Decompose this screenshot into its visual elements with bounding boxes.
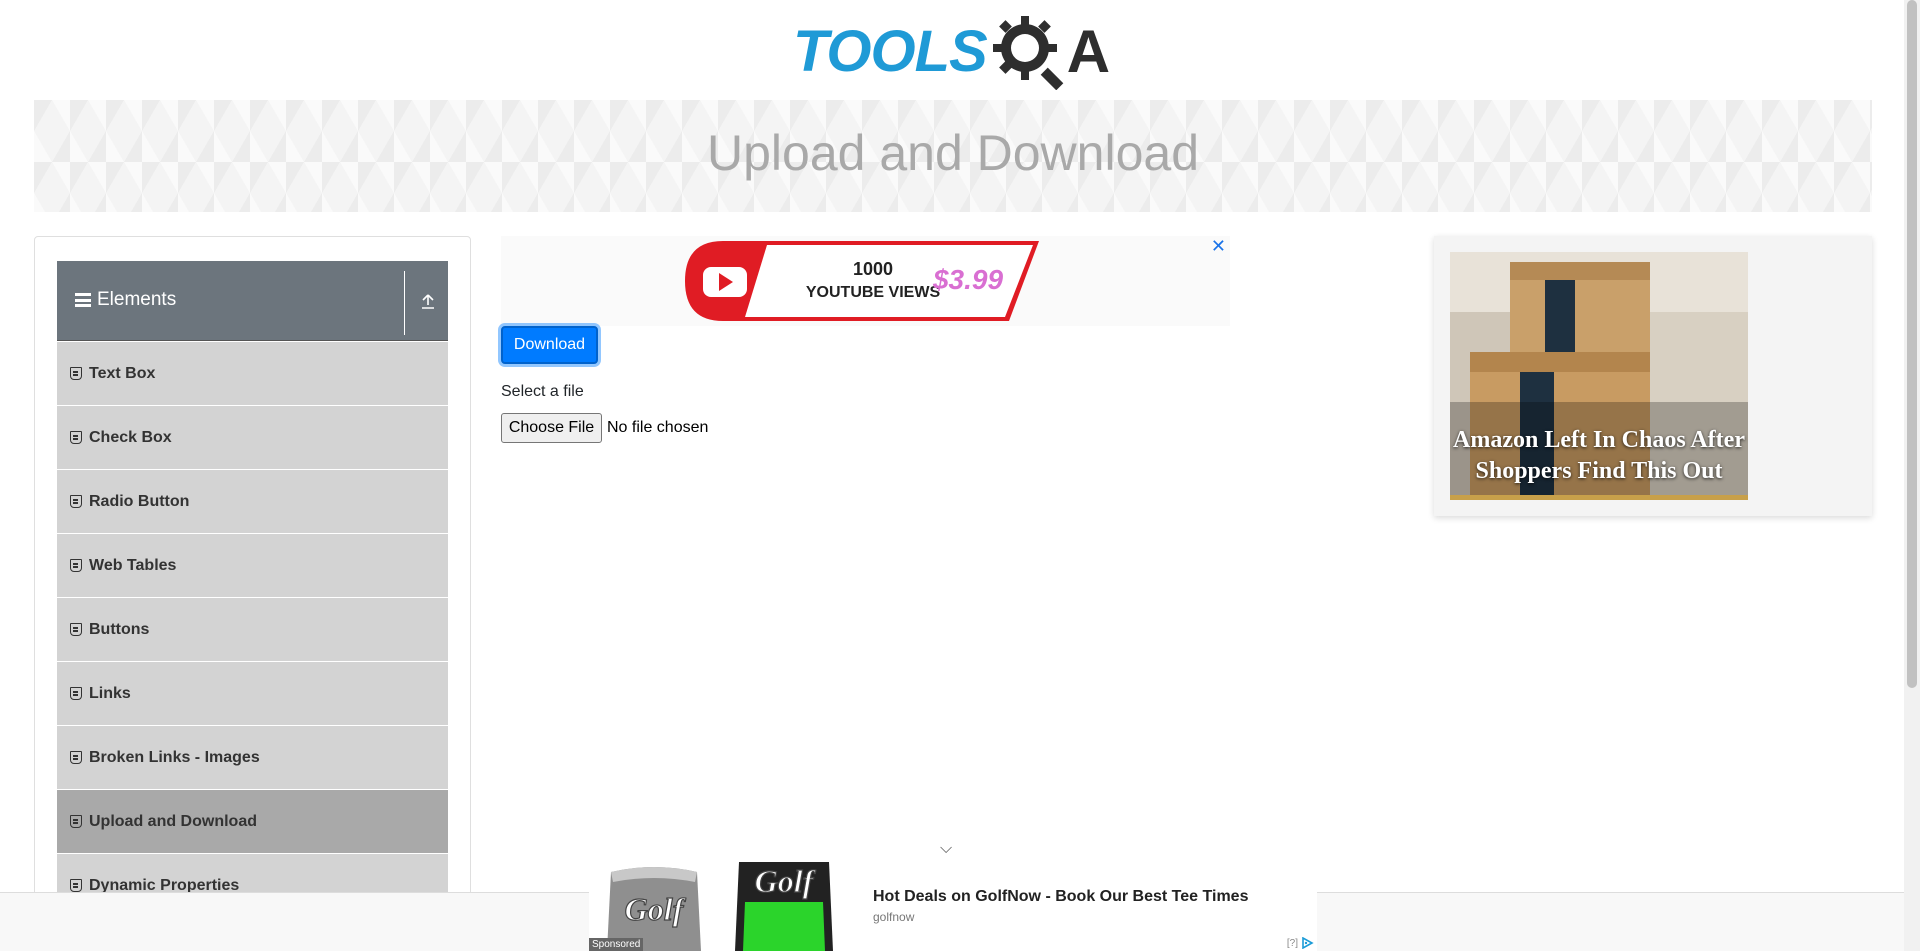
adchoices-icon[interactable] [1301,937,1315,949]
sidebar-item-label: Upload and Download [89,812,257,830]
ad-caption: Amazon Left In Chaos After Shoppers Find… [1453,427,1745,484]
youtube-views-ad[interactable]: 1000 YOUTUBE VIEWS $3.99 [683,239,1039,323]
bottom-ad[interactable]: Golf Golf Sponsored Hot Deals on GolfNow… [589,862,1317,951]
sidebar-item-label: Links [89,684,131,702]
file-icon [70,815,82,828]
file-icon [70,559,82,572]
file-icon [70,495,82,508]
yt-ad-price: $3.99 [932,264,1003,295]
logo-suffix: A [1066,18,1111,85]
page-banner: Upload and Download [34,100,1872,212]
file-icon [70,879,82,892]
upload-arrow-icon[interactable] [420,291,436,311]
sidebar-item-label: Buttons [89,620,150,638]
yt-ad-count: 1000 [853,259,893,279]
file-status: No file chosen [607,419,709,436]
sidebar-item-links[interactable]: Links [57,662,448,726]
sidebar-item-upload-download[interactable]: Upload and Download [57,790,448,854]
toolsqa-logo[interactable]: TOOLS A [793,14,1116,90]
page: TOOLS A Upload and Download Elements Tex… [0,0,1920,951]
adchoices[interactable]: [?] [1287,937,1315,949]
ad-image[interactable]: Amazon Left In Chaos After Shoppers Find… [1450,252,1748,500]
sidebar-ad[interactable]: Amazon Left In Chaos After Shoppers Find… [1434,236,1872,516]
sidebar-item-buttons[interactable]: Buttons [57,598,448,662]
yt-ad-text: YOUTUBE VIEWS [806,284,941,301]
file-icon [70,687,82,700]
file-icon [70,751,82,764]
group-divider [404,271,405,335]
can-label-left: Golf [625,891,687,927]
file-icon [70,367,82,380]
can-label-right: Golf [755,863,817,899]
sidebar-item-label: Web Tables [89,556,177,574]
file-input[interactable]: Choose File No file chosen [501,413,708,443]
sidebar-item-check-box[interactable]: Check Box [57,406,448,470]
sponsored-tag: Sponsored [589,938,644,951]
gear-search-icon [992,16,1064,90]
sidebar-menu: Text Box Check Box Radio Button Web Tabl… [57,342,448,918]
ad-help[interactable]: [?] [1287,938,1298,949]
sidebar-item-radio-button[interactable]: Radio Button [57,470,448,534]
select-file-label: Select a file [501,383,584,400]
sidebar-item-text-box[interactable]: Text Box [57,342,448,406]
download-button[interactable]: Download [501,326,598,364]
sidebar-group-elements[interactable]: Elements [57,261,448,341]
sidebar-item-label: Check Box [89,428,172,446]
sidebar: Elements Text Box Check Box Radio Button… [34,236,471,951]
sidebar-item-label: Text Box [89,364,156,382]
page-title: Upload and Download [706,125,1200,181]
file-icon [70,431,82,444]
sidebar-item-label: Radio Button [89,492,190,510]
sidebar-item-broken-links[interactable]: Broken Links - Images [57,726,448,790]
logo-text: TOOLS [793,19,988,84]
hamburger-icon [75,293,91,307]
bottom-ad-title[interactable]: Hot Deals on GolfNow - Book Our Best Tee… [873,888,1248,906]
chevron-down-icon[interactable]: ⌵ [940,840,952,858]
scroll-thumb[interactable] [1907,0,1917,688]
choose-file-button[interactable]: Choose File [501,413,602,443]
close-icon[interactable]: ✕ [1211,236,1226,257]
banner-ad[interactable]: ✕ 1000 YOUTUBE VIEWS $3.99 [501,236,1230,326]
sidebar-item-label: Broken Links - Images [89,748,260,766]
file-icon [70,623,82,636]
page-scrollbar[interactable] [1904,0,1920,951]
sidebar-item-web-tables[interactable]: Web Tables [57,534,448,598]
bottom-ad-source: golfnow [873,910,915,924]
sidebar-group-title: Elements [97,289,177,310]
